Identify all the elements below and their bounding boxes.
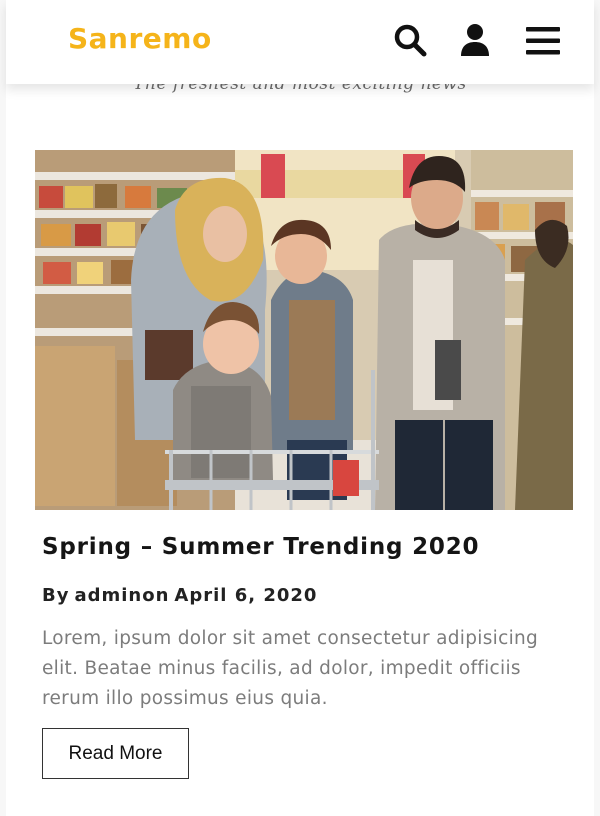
post-meta-prefix: By — [42, 585, 70, 606]
search-icon — [394, 24, 427, 57]
account-button[interactable] — [454, 20, 496, 62]
post-excerpt: Lorem, ipsum dolor sit amet consectetur … — [42, 628, 539, 709]
page: The freshest and most exciting news Sanr… — [0, 0, 600, 816]
user-icon — [461, 24, 489, 56]
post-meta: By adminon April 6, 2020 — [42, 585, 322, 606]
post-title[interactable]: Spring – Summer Trending 2020 — [42, 534, 479, 560]
site-header: Sanremo — [6, 0, 594, 84]
menu-button[interactable] — [522, 20, 564, 62]
post-author[interactable]: adminon — [74, 585, 169, 606]
post-date[interactable]: April 6, 2020 — [174, 585, 317, 606]
search-button[interactable] — [390, 20, 432, 62]
read-more-button[interactable]: Read More — [42, 728, 189, 779]
site-logo[interactable]: Sanremo — [68, 22, 212, 55]
hamburger-menu-icon — [526, 27, 560, 55]
post-featured-image[interactable] — [35, 150, 573, 510]
family-shopping-photo — [35, 150, 573, 510]
